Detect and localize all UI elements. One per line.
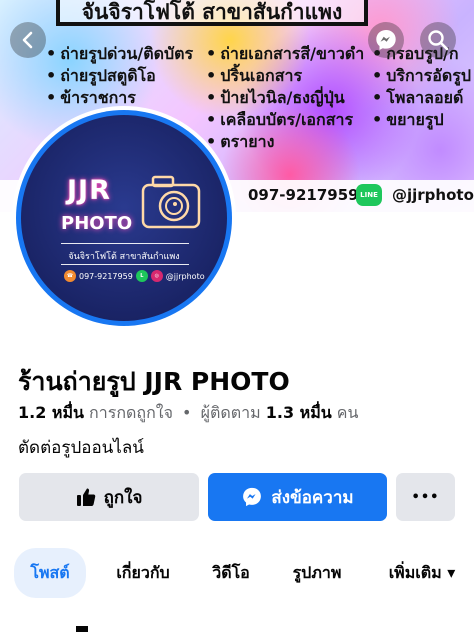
- chevron-left-icon: [22, 31, 33, 49]
- logo-text: JJR: [67, 175, 111, 206]
- logo-phone: 097-9217959: [79, 271, 133, 281]
- followers-count: 1.3 หมื่น: [265, 403, 332, 422]
- page-stats: 1.2 หมื่น การกดถูกใจ • ผู้ติดตาม 1.3 หมื…: [18, 401, 358, 426]
- search-icon: [428, 30, 449, 51]
- phone-icon: ☎: [64, 270, 76, 282]
- send-message-button[interactable]: ส่งข้อความ: [208, 473, 387, 521]
- more-options-button[interactable]: •••: [396, 473, 455, 521]
- cover-phone: 097-9217959: [248, 186, 359, 204]
- cover-title: จันจิราโฟโต้ สาขาสันกำแพง: [81, 0, 343, 24]
- logo-divider: [61, 264, 189, 265]
- search-button[interactable]: [420, 22, 456, 58]
- profile-tabs: โพสต์ เกี่ยวกับ วิดีโอ รูปภาพ เพิ่มเติม …: [0, 548, 474, 598]
- cover-title-box: จันจิราโฟโต้ สาขาสันกำแพง: [56, 0, 368, 26]
- thumbs-up-icon: [76, 488, 95, 506]
- stats-separator: •: [182, 403, 192, 422]
- cover-service: ขยายรูป: [372, 108, 443, 133]
- messenger-icon: [243, 487, 262, 507]
- likes-count: 1.2 หมื่น: [18, 403, 84, 422]
- send-message-label: ส่งข้อความ: [271, 487, 354, 508]
- like-button-label: ถูกใจ: [103, 487, 143, 508]
- like-button[interactable]: ถูกใจ: [19, 473, 199, 521]
- tab-about[interactable]: เกี่ยวกับ: [106, 548, 180, 598]
- tab-more[interactable]: เพิ่มเติม ▾: [372, 548, 472, 598]
- more-icon: •••: [411, 489, 440, 505]
- logo-contacts: ☎ 097-9217959 L ◎ @jjrphoto: [64, 268, 205, 284]
- messenger-button[interactable]: [368, 22, 404, 58]
- cover-service: ตรายาง: [206, 130, 274, 155]
- cover-instagram: @jjrphoto: [392, 186, 474, 204]
- tab-posts[interactable]: โพสต์: [14, 548, 86, 598]
- line-icon: LINE: [356, 184, 382, 206]
- page-category: ตัดต่อรูปออนไลน์: [18, 438, 144, 458]
- profile-picture[interactable]: JJR PHOTO จันจิราโฟโต้ สาขาสันกำแพง ☎ 09…: [21, 115, 227, 321]
- line-icon: L: [135, 270, 148, 282]
- next-section-peek: [76, 626, 88, 632]
- logo-branch: จันจิราโฟโต้ สาขาสันกำแพง: [68, 252, 180, 262]
- logo-divider: [61, 243, 189, 244]
- followers-label: ผู้ติดตาม: [200, 403, 261, 422]
- likes-label: การกดถูกใจ: [89, 403, 173, 422]
- back-button[interactable]: [10, 22, 46, 58]
- camera-icon: [141, 175, 201, 229]
- messenger-icon: [376, 30, 396, 50]
- followers-unit: คน: [336, 403, 359, 422]
- instagram-icon: ◎: [150, 270, 163, 282]
- tab-videos[interactable]: วิดีโอ: [200, 548, 262, 598]
- page-title: ร้านถ่ายรูป JJR PHOTO: [18, 367, 290, 396]
- logo-instagram: @jjrphoto: [165, 271, 205, 281]
- tab-photos[interactable]: รูปภาพ: [280, 548, 354, 598]
- logo-subtext: PHOTO: [61, 213, 133, 234]
